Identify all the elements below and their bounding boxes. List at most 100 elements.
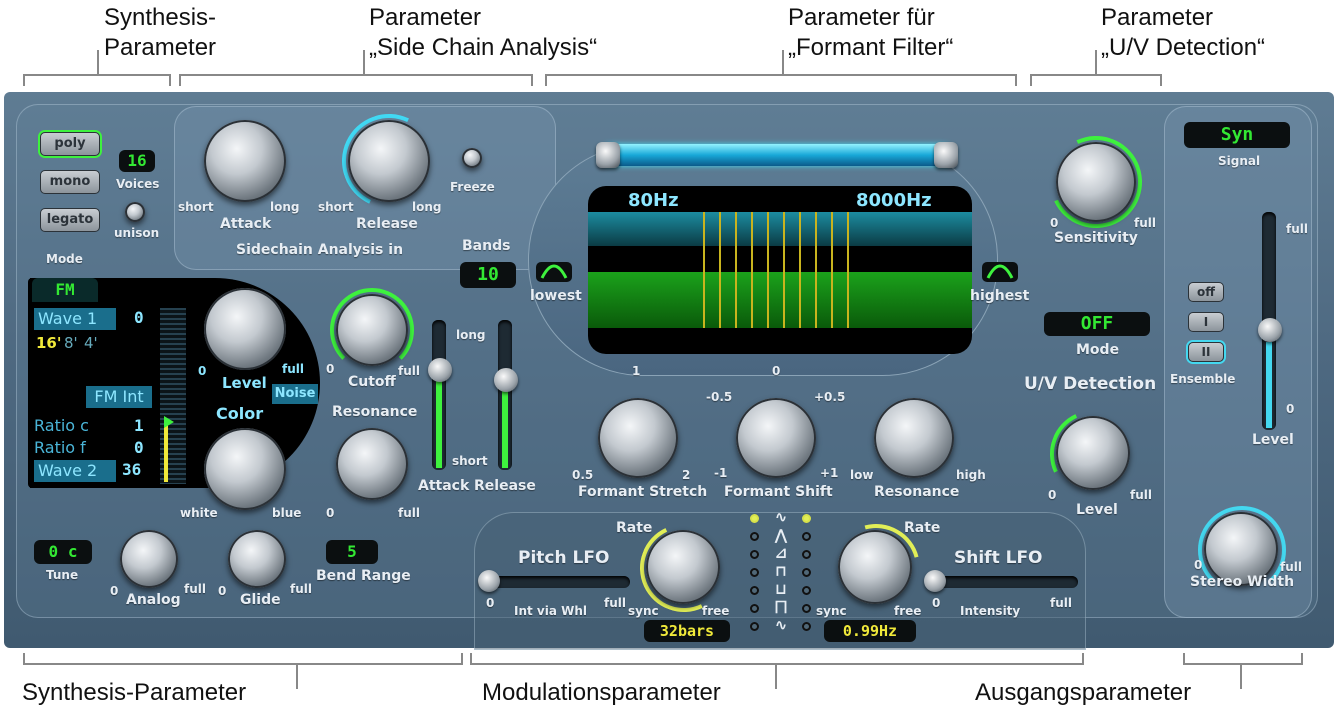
ensemble-off-button[interactable]: off (1188, 282, 1224, 302)
sidechain-release-knob[interactable] (348, 120, 430, 202)
shift-lfo-wave-option[interactable] (802, 622, 811, 631)
color-min: white (180, 506, 218, 520)
bend-range-display[interactable]: 5 (326, 540, 378, 564)
fm-int-label[interactable]: FM Int (86, 386, 152, 408)
pitch-lfo-wave-option[interactable] (750, 604, 759, 613)
sensitivity-knob[interactable] (1056, 142, 1136, 222)
feet-8[interactable]: 8' (64, 334, 78, 352)
ratio-f-value[interactable]: 0 (134, 438, 144, 457)
wave2-label[interactable]: Wave 2 (34, 460, 116, 482)
formant-resonance-knob[interactable] (874, 398, 954, 478)
shift-lfo-wave-option[interactable] (802, 568, 811, 577)
formant-stretch-label: Formant Stretch (578, 484, 708, 500)
fm-tab[interactable]: FM (32, 278, 98, 302)
resonance-min: 0 (326, 506, 335, 520)
uv-mode-display[interactable]: OFF (1044, 312, 1150, 336)
formant-high-handle[interactable] (934, 142, 958, 168)
ratio-c-value[interactable]: 1 (134, 416, 144, 435)
tune-display[interactable]: 0 c (34, 540, 92, 564)
lowest-button[interactable] (536, 262, 572, 282)
unison-button[interactable] (125, 202, 145, 222)
env-attack-fill (436, 372, 442, 468)
callout-bracket (1030, 74, 1162, 86)
env-release-slider[interactable] (494, 368, 518, 392)
shift-lfo-wave-option[interactable] (802, 604, 811, 613)
formant-shift-knob[interactable] (736, 398, 816, 478)
wave2-value[interactable]: 36 (122, 460, 141, 479)
callout-bracket (470, 653, 1084, 665)
stretch-min: 0.5 (572, 468, 594, 482)
callout-bracket (545, 74, 1017, 86)
level-knob[interactable] (204, 288, 286, 370)
freeze-button[interactable] (462, 148, 482, 168)
ratio-c-label: Ratio c (34, 416, 89, 435)
highest-button[interactable] (982, 262, 1018, 282)
pitch-lfo-wave-option[interactable] (750, 514, 759, 523)
shift-lfo-rate-display[interactable]: 0.99Hz (824, 620, 916, 642)
env-release-fill (502, 382, 508, 468)
callout-formant-top: Parameter für „Formant Filter“ (788, 4, 954, 61)
ensemble-i-button[interactable]: I (1188, 312, 1224, 332)
formant-stretch-knob[interactable] (598, 398, 678, 478)
pitch-lfo-wave-option[interactable] (750, 586, 759, 595)
uv-level-knob[interactable] (1056, 416, 1130, 490)
noise-label[interactable]: Noise (272, 384, 318, 404)
env-release-label: Release (474, 478, 536, 494)
pitch-lfo-wave-option[interactable] (750, 568, 759, 577)
color-knob[interactable] (204, 428, 286, 510)
wave1-label[interactable]: Wave 1 (34, 308, 116, 330)
callout-output-bottom: Ausgangsparameter (975, 679, 1192, 706)
shift-free-label: free (894, 604, 922, 618)
sidechain-attack-knob[interactable] (204, 120, 286, 202)
output-level-max: full (1286, 222, 1308, 236)
wave1-value[interactable]: 0 (134, 308, 144, 327)
formant-resonance-label: Resonance (874, 484, 960, 500)
level-min: 0 (198, 364, 207, 378)
callout-sidechain-top: Parameter „Side Chain Analysis“ (369, 4, 598, 61)
callout-synthesis-bottom: Synthesis-Parameter (22, 679, 247, 706)
pitch-lfo-wave-option[interactable] (750, 622, 759, 631)
square-wave-icon: ⊓ (775, 562, 787, 580)
shift-lfo-rate-knob[interactable] (838, 530, 912, 604)
shift-lfo-wave-option[interactable] (802, 532, 811, 541)
formant-range-bar[interactable] (600, 144, 954, 166)
resonance-knob[interactable] (336, 428, 408, 500)
intensity-max: full (1050, 596, 1072, 610)
legato-button[interactable]: legato (40, 208, 100, 232)
callout-line (97, 50, 99, 74)
analog-knob[interactable] (120, 530, 178, 588)
int-via-whl-slider[interactable] (478, 570, 500, 592)
pitch-lfo-wave-option[interactable] (750, 532, 759, 541)
output-level-slider[interactable] (1258, 318, 1282, 342)
shift-min: -1 (714, 466, 728, 480)
callout-line (775, 665, 777, 689)
voices-display[interactable]: 16 (119, 150, 155, 172)
cutoff-knob[interactable] (336, 294, 408, 366)
shift-lfo-wave-option[interactable] (802, 514, 811, 523)
ensemble-ii-button[interactable]: II (1188, 342, 1224, 362)
pitch-lfo-wave-option[interactable] (750, 550, 759, 559)
analog-max: full (184, 582, 206, 596)
fm-int-pointer[interactable] (164, 416, 174, 428)
formant-low-handle[interactable] (596, 142, 620, 168)
feet-4[interactable]: 4' (84, 334, 98, 352)
pitch-lfo-rate-display[interactable]: 32bars (644, 620, 730, 642)
int-via-whl-label: Int via Whl (514, 604, 588, 618)
intensity-slider[interactable] (924, 570, 946, 592)
fm-int-bar (164, 422, 168, 482)
env-attack-slider[interactable] (428, 358, 452, 382)
bend-range-label: Bend Range (316, 568, 411, 584)
signal-display[interactable]: Syn (1184, 122, 1290, 148)
shift-lfo-wave-option[interactable] (802, 550, 811, 559)
glide-knob[interactable] (228, 530, 286, 588)
pitch-lfo-title: Pitch LFO (518, 548, 610, 568)
cutoff-max: full (398, 364, 420, 378)
poly-button[interactable]: poly (40, 132, 100, 156)
pitch-lfo-rate-knob[interactable] (646, 530, 720, 604)
bands-display[interactable]: 10 (460, 262, 516, 288)
sidechain-section-label: Sidechain Analysis in (236, 242, 404, 258)
mono-button[interactable]: mono (40, 170, 100, 194)
feet-16[interactable]: 16' (36, 334, 61, 352)
shift-lfo-wave-option[interactable] (802, 586, 811, 595)
random-wave-icon: ⨅ (774, 598, 787, 616)
